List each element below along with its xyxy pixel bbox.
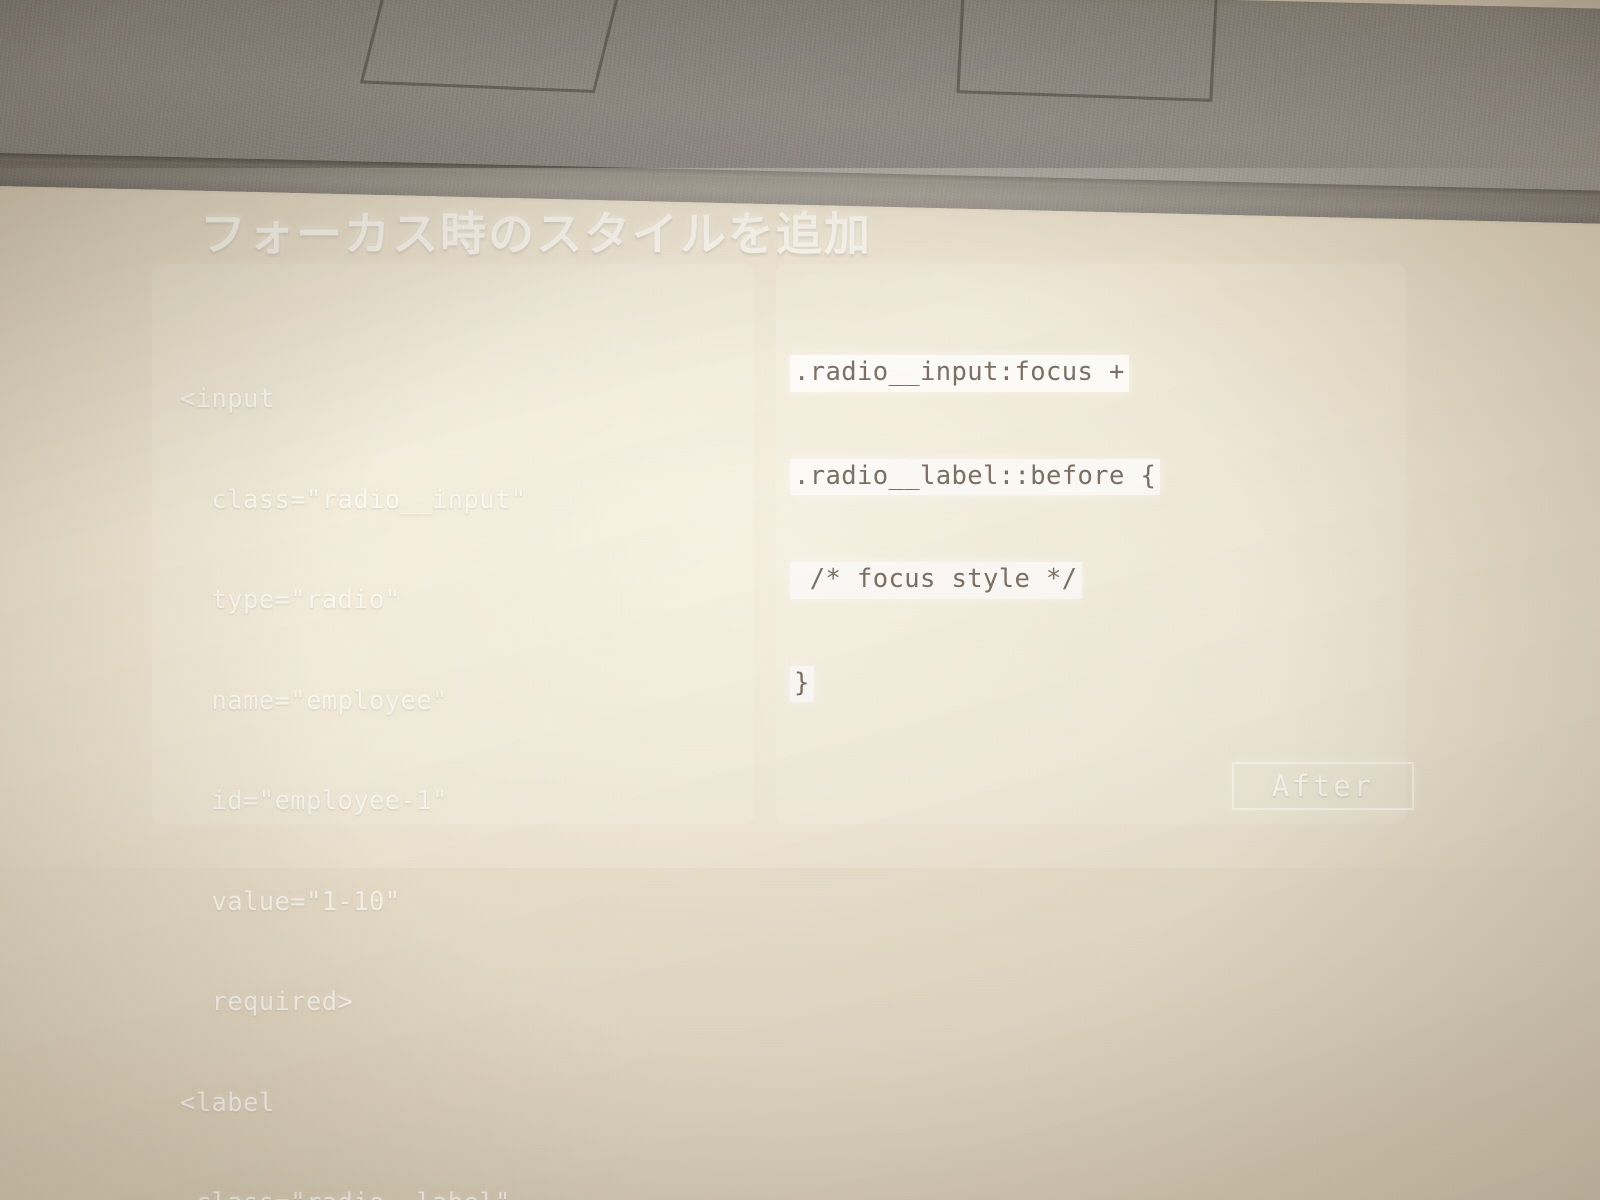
after-badge: After xyxy=(1232,762,1414,810)
code-line-highlighted: .radio__label::before { xyxy=(790,458,1161,495)
code-line-highlighted: } xyxy=(790,665,814,702)
ceiling-tile-right xyxy=(956,0,1220,102)
slide-title: フォーカス時のスタイルを追加 xyxy=(200,207,872,261)
after-badge-label: After xyxy=(1271,769,1375,803)
html-code-block: <input class="radio__input" type="radio"… xyxy=(180,316,689,1200)
code-line: class="radio__label" xyxy=(180,1187,689,1200)
ceiling-tile-left xyxy=(359,0,627,94)
code-line: required> xyxy=(180,987,354,1017)
code-line: <label xyxy=(180,1087,275,1118)
code-line-highlighted: .radio__input:focus + xyxy=(790,355,1129,392)
css-code-block: .radio__input:focus + .radio__label::bef… xyxy=(790,288,1161,769)
code-line: type="radio" xyxy=(180,585,401,615)
screenshot-stage: フォーカス時のスタイルを追加 <input class="radio__inpu… xyxy=(0,0,1600,1200)
code-line: value="1-10" xyxy=(180,886,401,917)
code-line-highlighted: /* focus style */ xyxy=(790,562,1082,599)
code-line: id="employee-1" xyxy=(180,786,448,816)
code-line: <input xyxy=(180,384,275,414)
code-line: class="radio__input" xyxy=(180,484,527,515)
code-line: name="employee" xyxy=(180,685,448,716)
